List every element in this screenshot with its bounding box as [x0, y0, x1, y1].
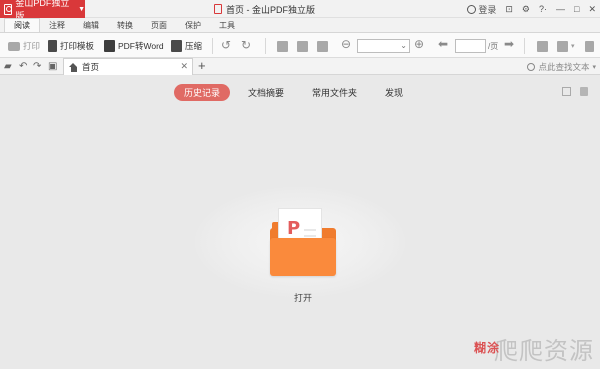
rotate-left-icon[interactable]: ↺: [221, 38, 231, 52]
user-icon: [467, 4, 477, 14]
watermark: 糊涂 爬爬资源: [474, 331, 594, 366]
zoom-select[interactable]: ⌄: [357, 39, 410, 53]
zoom-in-icon[interactable]: ⊕: [414, 37, 424, 51]
pdf-to-word-button[interactable]: PDF转Word: [104, 39, 164, 53]
tab-tools[interactable]: 工具: [210, 18, 244, 32]
paper-line: [304, 229, 316, 231]
document-tab-bar: ▰ ↶ ↷ ▣ 首页 ✕ + 点此查找文本 ▾: [0, 58, 600, 75]
divider: [212, 38, 213, 54]
watermark-overlay: 糊涂: [474, 341, 501, 355]
single-page-icon: [277, 40, 288, 52]
open-folder-icon[interactable]: ▰: [4, 61, 12, 72]
open-label[interactable]: 打开: [294, 291, 312, 304]
compress-button[interactable]: 压缩: [171, 39, 202, 53]
print-template-button[interactable]: 打印模板: [48, 39, 94, 53]
tab-protect[interactable]: 保护: [176, 18, 210, 32]
maximize-icon[interactable]: □: [574, 4, 579, 14]
zoom-out-icon[interactable]: ⊖: [341, 37, 351, 51]
print-label: 打印: [23, 41, 41, 51]
prev-page-icon[interactable]: ⬅: [438, 37, 448, 51]
save-icon[interactable]: ▣: [48, 61, 57, 72]
tab-page[interactable]: 页面: [142, 18, 176, 32]
find-text-button[interactable]: 点此查找文本 ▾: [527, 58, 596, 75]
title-controls: 登录 ⊡ ⚙ ?· — □ ✕: [467, 0, 596, 18]
page-suffix: /页: [488, 42, 499, 51]
printer-icon: [8, 41, 20, 51]
next-page-icon[interactable]: ➡: [504, 37, 514, 51]
add-tab-icon[interactable]: +: [198, 58, 206, 73]
tab-doc-summary[interactable]: 文档摘要: [238, 84, 294, 101]
compress-icon: [171, 40, 182, 52]
close-tab-icon[interactable]: ✕: [180, 61, 188, 72]
pdf-logo-icon: [214, 4, 222, 14]
word-icon: [104, 40, 115, 52]
skin-icon[interactable]: ⊡: [505, 4, 513, 15]
tab-edit[interactable]: 编辑: [74, 18, 108, 32]
home-page: 历史记录 文档摘要 常用文件夹 发现 P 打开 糊涂 爬爬资源: [0, 75, 600, 369]
home-tab-label: 首页: [82, 62, 100, 72]
tab-annotate[interactable]: 注释: [40, 18, 74, 32]
print-template-label: 打印模板: [60, 41, 95, 51]
more-icon: [585, 40, 594, 52]
help-icon[interactable]: ?·: [539, 4, 547, 14]
login-label: 登录: [478, 4, 497, 15]
fit-page-icon: [317, 40, 328, 52]
home-tabs: 历史记录 文档摘要 常用文件夹 发现: [174, 84, 421, 101]
divider: [265, 38, 266, 54]
title-bar: 金山PDF独立版 ▼ 首页 - 金山PDF独立版 登录 ⊡ ⚙ ?· — □ ✕: [0, 0, 600, 21]
window-title-text: 首页 - 金山PDF独立版: [226, 4, 315, 15]
folder-icon: [270, 238, 336, 276]
tab-read[interactable]: 阅读: [4, 18, 40, 32]
double-page-icon: [297, 40, 308, 52]
app-logo-icon: [4, 3, 13, 15]
undo-icon[interactable]: ↶: [19, 61, 27, 72]
chevron-down-icon: ⌄: [400, 41, 407, 50]
tab-history[interactable]: 历史记录: [174, 84, 231, 101]
more-button[interactable]: [585, 39, 594, 53]
print-button[interactable]: 打印: [8, 39, 40, 53]
view-mode-button[interactable]: [537, 39, 548, 53]
chevron-down-icon: ▾: [592, 63, 596, 71]
redo-icon[interactable]: ↷: [33, 61, 41, 72]
open-file-button[interactable]: P: [270, 208, 336, 276]
home-icon: [69, 62, 78, 72]
login-button[interactable]: 登录: [467, 3, 496, 16]
gear-icon[interactable]: ⚙: [522, 4, 530, 15]
chevron-down-icon: ▼: [78, 5, 85, 13]
app-menu-button[interactable]: 金山PDF独立版 ▼: [0, 0, 85, 21]
fit-page-button[interactable]: [317, 39, 328, 53]
pdf-to-word-label: PDF转Word: [118, 41, 164, 51]
print-template-icon: [48, 40, 57, 52]
layout-icon: [557, 40, 568, 52]
view-toggle-icon[interactable]: [562, 87, 571, 96]
trash-icon[interactable]: [580, 87, 588, 96]
find-text-placeholder: 点此查找文本: [538, 61, 590, 72]
close-icon[interactable]: ✕: [588, 4, 596, 15]
divider: [524, 38, 525, 54]
double-page-button[interactable]: [297, 39, 308, 53]
minimize-icon[interactable]: —: [556, 4, 565, 14]
layout-button[interactable]: ▾: [557, 39, 575, 53]
tab-home[interactable]: 首页 ✕: [63, 58, 193, 75]
menu-bar: 阅读 注释 编辑 转换 页面 保护 工具: [0, 18, 600, 32]
history-actions: [562, 87, 588, 96]
pdf-p-glyph: P: [287, 218, 301, 239]
compress-label: 压缩: [185, 41, 203, 51]
rotate-right-icon[interactable]: ↻: [241, 38, 251, 52]
watermark-text: 爬爬资源: [494, 337, 594, 365]
view-mode-icon: [537, 40, 548, 52]
page-number-input[interactable]: [455, 39, 486, 53]
single-page-button[interactable]: [277, 39, 288, 53]
tab-discover[interactable]: 发现: [375, 84, 413, 101]
window-title: 首页 - 金山PDF独立版: [214, 0, 315, 18]
paper-line: [304, 235, 316, 237]
toolbar: 打印 打印模板 PDF转Word 压缩 ↺ ↻ ⊖ ⌄ ⊕ ⬅ /页 ➡ ▾: [0, 32, 600, 58]
search-icon: [527, 62, 536, 71]
tab-convert[interactable]: 转换: [108, 18, 142, 32]
tab-common-folders[interactable]: 常用文件夹: [302, 84, 367, 101]
